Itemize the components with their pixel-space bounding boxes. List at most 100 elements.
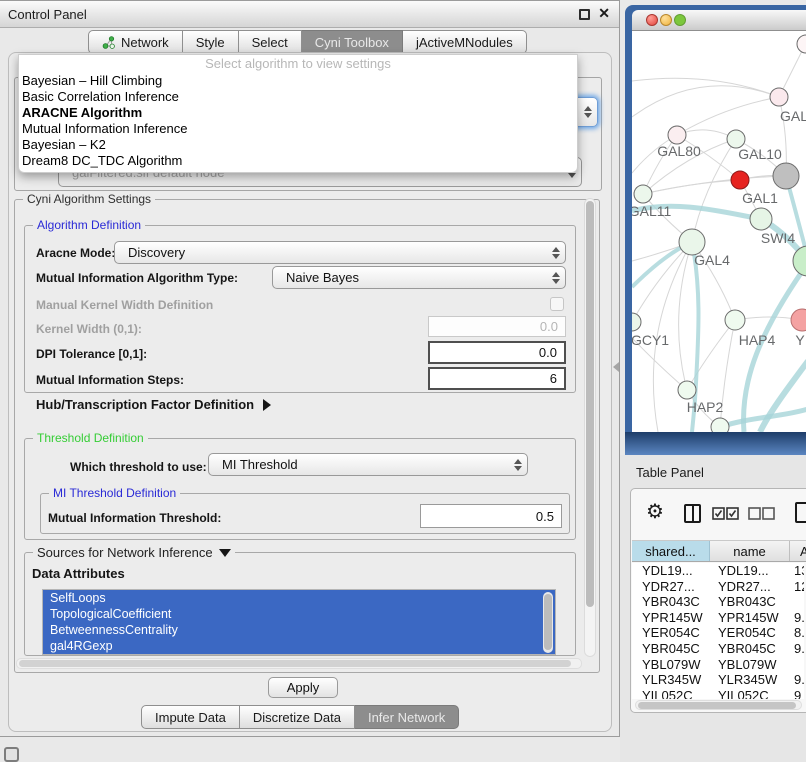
table-row[interactable]: YBR045CYBR045C9. xyxy=(632,641,804,657)
kernel-width-label: Kernel Width (0,1): xyxy=(36,322,142,336)
column-header-partial[interactable]: A xyxy=(790,541,806,561)
settings-horizontal-scrollbar xyxy=(16,658,582,669)
manual-kernel-width-checkbox[interactable] xyxy=(550,297,564,311)
control-panel-window: Control Panel ✕ Network Style Select Cyn… xyxy=(0,0,620,737)
table-row[interactable]: YIL052CYIL052C9 xyxy=(632,688,804,699)
network-node[interactable] xyxy=(711,418,729,432)
table-cell: YIL052C xyxy=(632,688,710,699)
settings-vertical-scrollbar xyxy=(584,198,596,657)
table-rows: YDL19...YDL19...13YDR27...YDR27...12YBR0… xyxy=(632,563,804,699)
network-node[interactable] xyxy=(770,88,788,106)
network-node[interactable] xyxy=(634,185,652,203)
table-cell: YDR27... xyxy=(632,579,710,595)
hub-definition-expander[interactable]: Hub/Transcription Factor Definition xyxy=(36,397,271,412)
list-scrollbar-thumb[interactable] xyxy=(544,594,552,650)
tab-impute-data[interactable]: Impute Data xyxy=(141,705,240,729)
table-cell: YLR345W xyxy=(632,672,710,688)
table-cell: 13 xyxy=(790,563,804,579)
attribute-item[interactable]: SelfLoops xyxy=(43,590,555,606)
tab-discretize-data[interactable]: Discretize Data xyxy=(240,705,355,729)
popup-item-selected[interactable]: ARACNE Algorithm xyxy=(19,105,577,121)
apply-button[interactable]: Apply xyxy=(268,677,338,698)
tab-style[interactable]: Style xyxy=(183,30,239,54)
network-node-label: GAL4 xyxy=(694,252,730,268)
attribute-item[interactable]: gal4RGexp xyxy=(43,638,555,654)
table-cell: YBR045C xyxy=(710,641,790,657)
table-cell: 12 xyxy=(790,579,804,595)
list-scrollbar xyxy=(543,592,553,653)
column-header-name[interactable]: name xyxy=(710,541,790,561)
dpi-tolerance-field[interactable]: 0.0 xyxy=(428,341,566,364)
attribute-item[interactable]: TopologicalCoefficient xyxy=(43,606,555,622)
popup-item[interactable]: Bayesian – K2 xyxy=(19,137,577,153)
kernel-width-field[interactable]: 0.0 xyxy=(428,316,566,337)
network-node[interactable] xyxy=(797,35,806,53)
table-hscrollbar-thumb[interactable] xyxy=(638,702,796,709)
attribute-item[interactable]: BetweennessCentrality xyxy=(43,622,555,638)
table-row[interactable]: YPR145WYPR145W9. xyxy=(632,610,804,626)
mi-steps-field[interactable]: 6 xyxy=(428,367,566,390)
table-cell xyxy=(790,594,804,610)
network-node[interactable] xyxy=(773,163,799,189)
network-view-canvas[interactable]: GALGAL80GAL10GAL1GAL11SWI4GAL4GCY1HAP4YH… xyxy=(632,31,806,432)
panel-corner-icon[interactable] xyxy=(4,747,19,762)
group-title: Threshold Definition xyxy=(33,431,148,446)
close-icon[interactable]: ✕ xyxy=(598,5,610,22)
table-row[interactable]: YDL19...YDL19...13 xyxy=(632,563,804,579)
mi-algorithm-type-combobox[interactable]: Naive Bayes xyxy=(272,266,566,289)
tab-cyni-toolbox[interactable]: Cyni Toolbox xyxy=(302,30,403,54)
table-cell: YBL079W xyxy=(632,657,710,673)
column-layout-icon[interactable] xyxy=(684,504,701,523)
expand-arrow-icon[interactable] xyxy=(263,399,271,411)
network-node[interactable] xyxy=(791,309,806,331)
new-table-document-icon[interactable] xyxy=(795,502,806,523)
settings-gear-icon[interactable]: ⚙ xyxy=(646,501,664,523)
collapse-arrow-icon[interactable] xyxy=(219,549,231,557)
network-node[interactable] xyxy=(668,126,686,144)
table-row[interactable]: YLR345WYLR345W9. xyxy=(632,672,804,688)
zoom-traffic-light[interactable] xyxy=(674,14,686,26)
close-traffic-light[interactable] xyxy=(646,14,658,26)
settings-scrollbar-thumb[interactable] xyxy=(586,201,594,607)
popup-item[interactable]: Mutual Information Inference xyxy=(19,121,577,137)
tab-network[interactable]: Network xyxy=(88,30,183,54)
popup-item[interactable]: Bayesian – Hill Climbing xyxy=(19,73,577,89)
tab-infer-network[interactable]: Infer Network xyxy=(355,705,459,729)
table-row[interactable]: YER054CYER054C8. xyxy=(632,625,804,641)
popup-item[interactable]: Basic Correlation Inference xyxy=(19,89,577,105)
tab-label: Discretize Data xyxy=(253,710,341,725)
dpi-tolerance-label: DPI Tolerance [0,1]: xyxy=(36,347,147,361)
network-node-label: HAP2 xyxy=(687,399,724,415)
control-panel-tabbar: Network Style Select Cyni Toolbox jActiv… xyxy=(88,30,527,54)
deselect-all-columns-icon[interactable] xyxy=(748,507,776,521)
panel-splitter-handle[interactable] xyxy=(613,362,619,372)
network-node[interactable] xyxy=(731,171,749,189)
table-horizontal-scrollbar xyxy=(635,700,802,710)
network-window-titlebar[interactable] xyxy=(632,10,806,31)
select-all-columns-icon[interactable] xyxy=(712,507,740,521)
column-header-shared-name[interactable]: shared... xyxy=(632,541,710,561)
table-row[interactable]: YDR27...YDR27...12 xyxy=(632,579,804,595)
tab-label: jActiveMNodules xyxy=(416,35,513,50)
minimize-traffic-light[interactable] xyxy=(660,14,672,26)
table-row[interactable]: YBL079WYBL079W xyxy=(632,657,804,673)
network-node[interactable] xyxy=(725,310,745,330)
network-node[interactable] xyxy=(678,381,696,399)
settings-hscrollbar-thumb[interactable] xyxy=(19,660,571,667)
network-node[interactable] xyxy=(632,313,641,331)
table-row[interactable]: YBR043CYBR043C xyxy=(632,594,804,610)
tab-select[interactable]: Select xyxy=(239,30,302,54)
data-attributes-list: SelfLoops TopologicalCoefficient Between… xyxy=(42,589,556,655)
tab-jactivemnodules[interactable]: jActiveMNodules xyxy=(403,30,527,54)
float-window-icon[interactable] xyxy=(579,9,590,20)
popup-item[interactable]: Dream8 DC_TDC Algorithm xyxy=(19,153,577,169)
mi-threshold-field[interactable]: 0.5 xyxy=(420,504,562,528)
table-cell: 9 xyxy=(790,688,804,699)
aracne-mode-combobox[interactable]: Discovery xyxy=(114,241,566,264)
combo-arrows-icon xyxy=(552,247,560,259)
network-node[interactable] xyxy=(793,246,806,276)
table-cell: 9. xyxy=(790,641,804,657)
table-panel-title: Table Panel xyxy=(636,465,704,480)
which-threshold-combobox[interactable]: MI Threshold xyxy=(208,453,528,476)
network-node[interactable] xyxy=(750,208,772,230)
